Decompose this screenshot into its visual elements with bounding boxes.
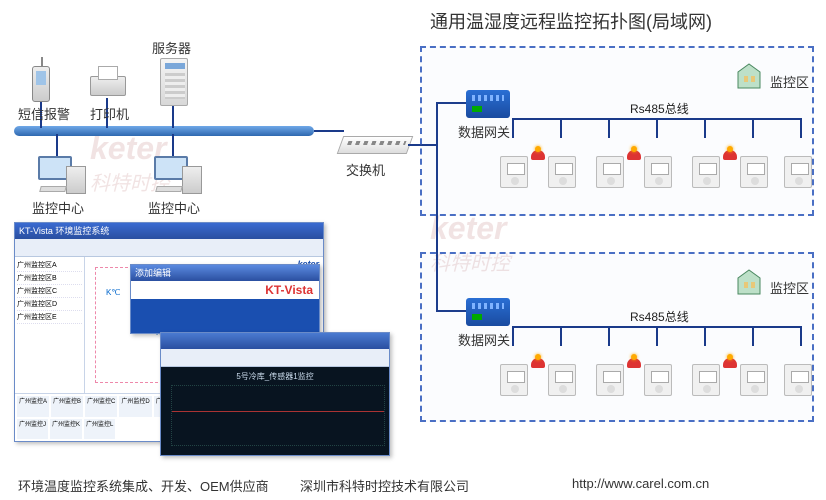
connector (314, 130, 344, 132)
window-toolbar (15, 239, 323, 257)
topology-diagram: 通用温湿度远程监控拓扑图(局域网) keter科特时控 keter科特时控 短信… (0, 0, 826, 500)
bus-label-2: Rs485总线 (630, 308, 689, 325)
connector (172, 134, 174, 156)
popup-logo: KT-Vista (131, 281, 319, 299)
sensor-icon (740, 364, 768, 396)
rs485-bus-1 (512, 118, 802, 120)
building-icon (732, 58, 766, 92)
zone-label-1: 监控区 (770, 72, 809, 91)
gateway-label-1: 数据网关 (454, 122, 514, 141)
chart-title: 5号冷库_传感器1监控 (161, 371, 389, 382)
sms-alarm-label: 短信报警 (18, 104, 70, 123)
alarm-icon (722, 146, 738, 162)
alarm-icon (530, 146, 546, 162)
chart-toolbar (161, 349, 389, 367)
server-icon (160, 58, 188, 106)
footer-company: 深圳市科特时控技术有限公司 (300, 476, 469, 495)
phone-icon (32, 66, 50, 102)
sensor-icon (500, 364, 528, 396)
bus-label-1: Rs485总线 (630, 100, 689, 117)
sensor-icon (548, 156, 576, 188)
window-titlebar: KT-Vista 环境监控系统 (15, 223, 323, 239)
alarm-icon (530, 354, 546, 370)
sensor-icon (644, 364, 672, 396)
switch-icon (337, 136, 414, 154)
server-label: 服务器 (152, 38, 191, 57)
tree-sidebar: 广州监控区A 广州监控区B 广州监控区C 广州监控区D 广州监控区E (15, 257, 85, 393)
monitor-center-label-1: 监控中心 (32, 198, 84, 217)
pc-icon (36, 156, 80, 196)
gateway-label-2: 数据网关 (454, 330, 514, 349)
sensor-icon (692, 156, 720, 188)
lan-backbone (14, 126, 314, 136)
diagram-title: 通用温湿度远程监控拓扑图(局域网) (430, 8, 712, 34)
zone-label-2: 监控区 (770, 278, 809, 297)
rs485-bus-2 (512, 326, 802, 328)
popup-titlebar: 添加编辑 (131, 265, 319, 281)
sensor-icon (596, 156, 624, 188)
popup-body (131, 299, 319, 315)
chart-titlebar (161, 333, 389, 349)
sensor-icon (692, 364, 720, 396)
sensor-icon (500, 156, 528, 188)
footer-url: http://www.carel.com.cn (572, 476, 709, 491)
chart-area: 5号冷库_传感器1监控 (161, 367, 389, 455)
printer-icon (88, 66, 126, 98)
alarm-icon (626, 146, 642, 162)
footer-tagline: 环境温度监控系统集成、开发、OEM供应商 (18, 476, 269, 495)
sensor-icon (548, 364, 576, 396)
switch-label: 交换机 (346, 160, 385, 179)
sensor-icon (740, 156, 768, 188)
sensor-icon (784, 364, 812, 396)
app-screenshot-popup: 添加编辑 KT-Vista (130, 264, 320, 334)
building-icon (732, 264, 766, 298)
sensor-icon (784, 156, 812, 188)
alarm-icon (722, 354, 738, 370)
gateway-icon (466, 90, 510, 118)
app-screenshot-chart: 5号冷库_传感器1监控 (160, 332, 390, 456)
alarm-icon (626, 354, 642, 370)
connector (172, 106, 174, 128)
gateway-icon (466, 298, 510, 326)
connector (56, 134, 58, 156)
monitor-center-label-2: 监控中心 (148, 198, 200, 217)
printer-label: 打印机 (90, 104, 129, 123)
sensor-icon (596, 364, 624, 396)
sensor-icon (644, 156, 672, 188)
pc-icon (152, 156, 196, 196)
